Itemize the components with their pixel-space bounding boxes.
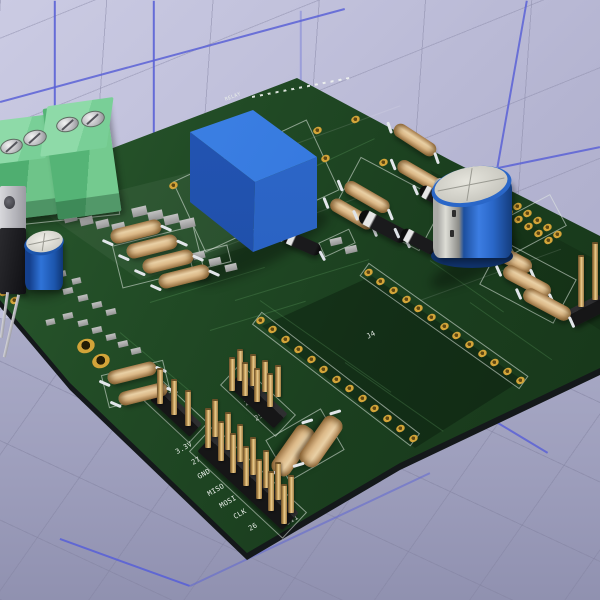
header-pin (185, 390, 191, 426)
screw-slot (87, 114, 100, 126)
screw-slot (5, 141, 17, 152)
header-pin (592, 242, 598, 300)
large-cap-polarity-dash (452, 210, 456, 217)
header-pin (229, 357, 235, 391)
header-pin (256, 459, 262, 499)
header-pin (268, 471, 274, 511)
pcb-3d-viewport[interactable]: RELAY J4 3.3V 27 GND MISO MOSI CLK 26 J1… (0, 0, 600, 600)
header-pin (254, 368, 260, 402)
to220-body (0, 228, 26, 294)
header-pin (267, 373, 273, 407)
header-pin (243, 446, 249, 486)
header-pin (205, 408, 211, 448)
header-pin (242, 362, 248, 396)
header-pin (288, 475, 294, 513)
large-cap-polarity-dash (450, 230, 454, 237)
header-pin (218, 421, 224, 461)
bounding-box-line (153, 1, 155, 133)
header-pin (157, 368, 163, 404)
header-pin (230, 433, 236, 473)
header-pin (275, 365, 281, 397)
screw-slot (29, 133, 42, 145)
header-pin (281, 484, 287, 524)
header-pin (171, 379, 177, 415)
to220-tab-hole (4, 196, 15, 209)
header-pin (578, 255, 584, 307)
screw-slot (61, 119, 73, 130)
to220-metal-tab (0, 186, 26, 230)
